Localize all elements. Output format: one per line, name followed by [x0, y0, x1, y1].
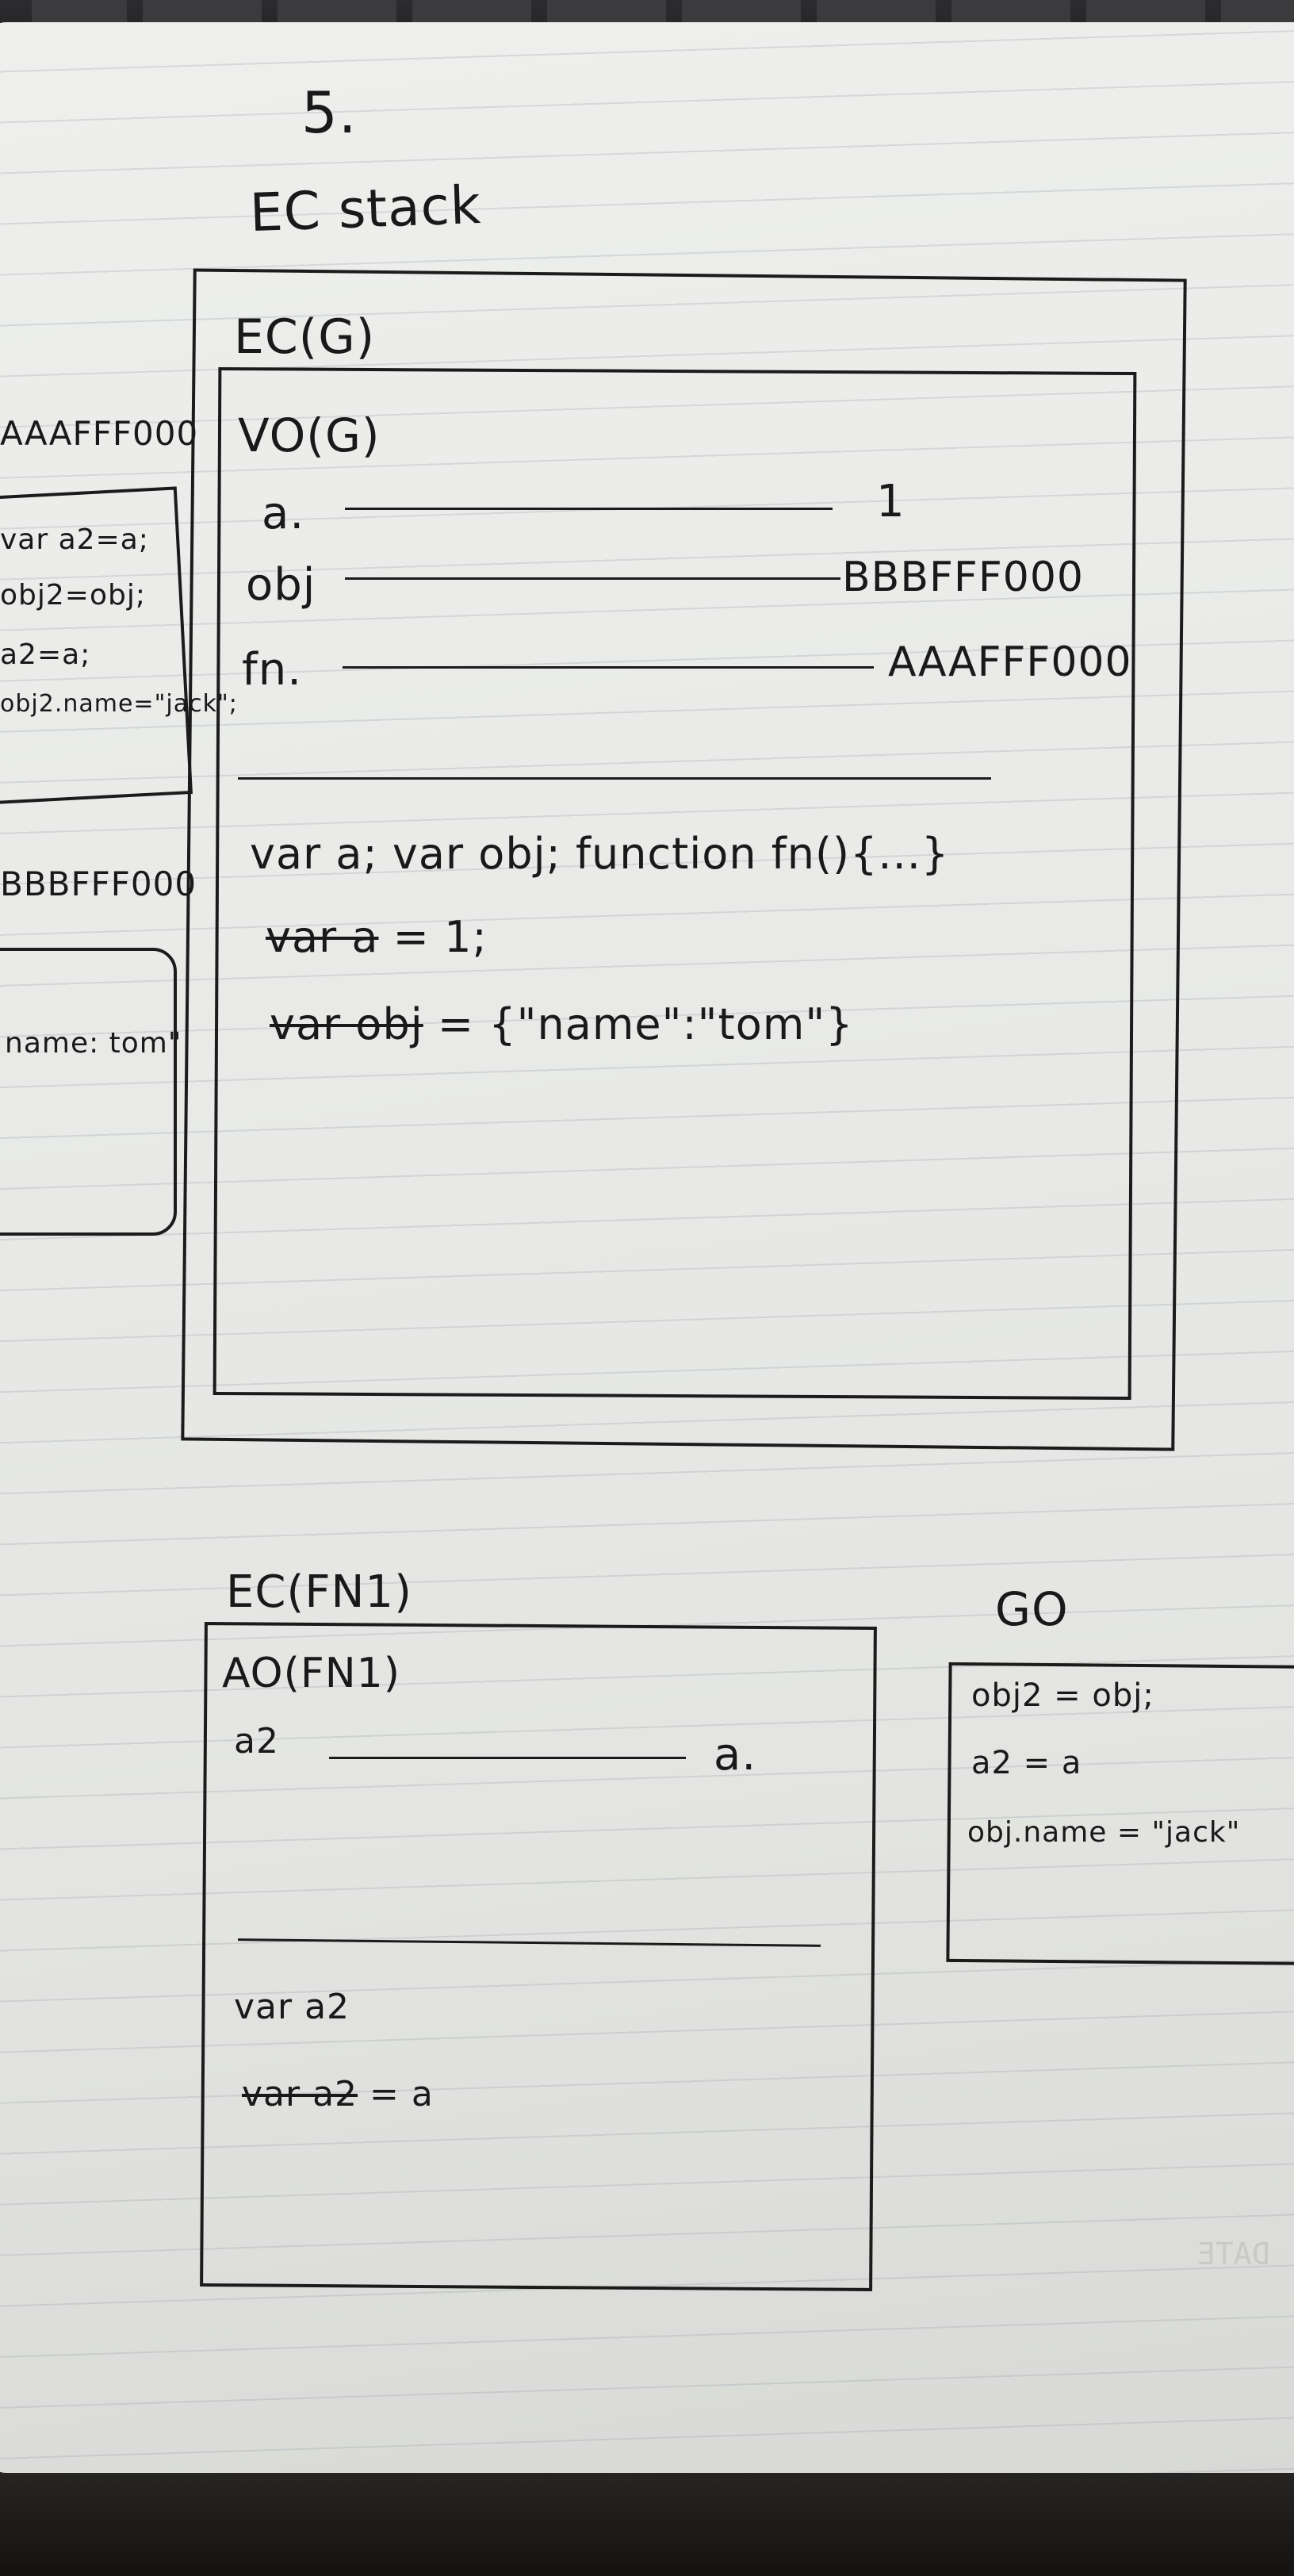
ao-var-name: a2 [234, 1721, 279, 1761]
ao-fn1-box [200, 1622, 877, 2291]
struck-declaration: var a [266, 912, 379, 962]
ec-global-title: EC(G) [234, 309, 376, 365]
vo-global-box [212, 366, 1137, 1401]
page-bleed-text: DATE [1197, 2237, 1270, 2271]
vo-var-name: fn. [242, 644, 303, 696]
page-number: 5. [301, 79, 358, 146]
ao-fn1-title: AO(FN1) [222, 1650, 401, 1697]
code-assignment: = 1; [378, 912, 488, 962]
vo-var-value: AAAFFF000 [888, 638, 1132, 686]
code-line: var a = 1; [266, 912, 488, 962]
heap-obj-line: name: tom" [5, 1027, 182, 1060]
go-line: a2 = a [971, 1745, 1082, 1781]
code-line: var a; var obj; function fn(){...} [250, 829, 950, 879]
vo-global-title: VO(G) [238, 408, 381, 462]
code-line: var obj = {"name":"tom"} [270, 999, 854, 1049]
ao-var-value: a. [714, 1729, 757, 1781]
go-line: obj2 = obj; [971, 1677, 1154, 1714]
go-title: GO [995, 1582, 1069, 1636]
binding-line [345, 577, 840, 580]
code-line: var a2 = a [242, 2074, 434, 2114]
binding-line [329, 1757, 686, 1759]
heap-fn-address: AAAFFF000 [0, 414, 199, 453]
ec-fn1-title: EC(FN1) [226, 1566, 412, 1618]
binding-line [343, 666, 874, 669]
vo-var-name: a. [262, 488, 305, 539]
heap-fn-line: var a2=a; [0, 523, 149, 556]
heap-obj-address: BBBFFF000 [0, 864, 197, 903]
go-line: obj.name = "jack" [967, 1816, 1241, 1849]
vo-var-name: obj [246, 559, 316, 611]
code-assignment: = a [358, 2074, 434, 2114]
struck-declaration: var a2 [242, 2074, 358, 2114]
struck-declaration: var obj [270, 999, 423, 1049]
heap-fn-line: a2=a; [0, 638, 91, 671]
heap-fn-line: obj2.name="jack"; [0, 690, 238, 718]
code-line: var a2 [234, 1987, 350, 2027]
vo-var-value: 1 [876, 476, 905, 527]
divider-line [238, 777, 991, 780]
heap-fn-line: obj2=obj; [0, 579, 146, 611]
binding-line [345, 508, 833, 510]
code-assignment: = {"name":"tom"} [423, 999, 854, 1049]
heap-obj-box [0, 948, 177, 1236]
stack-title: EC stack [248, 174, 483, 244]
vo-var-value: BBBFFF000 [842, 554, 1085, 601]
